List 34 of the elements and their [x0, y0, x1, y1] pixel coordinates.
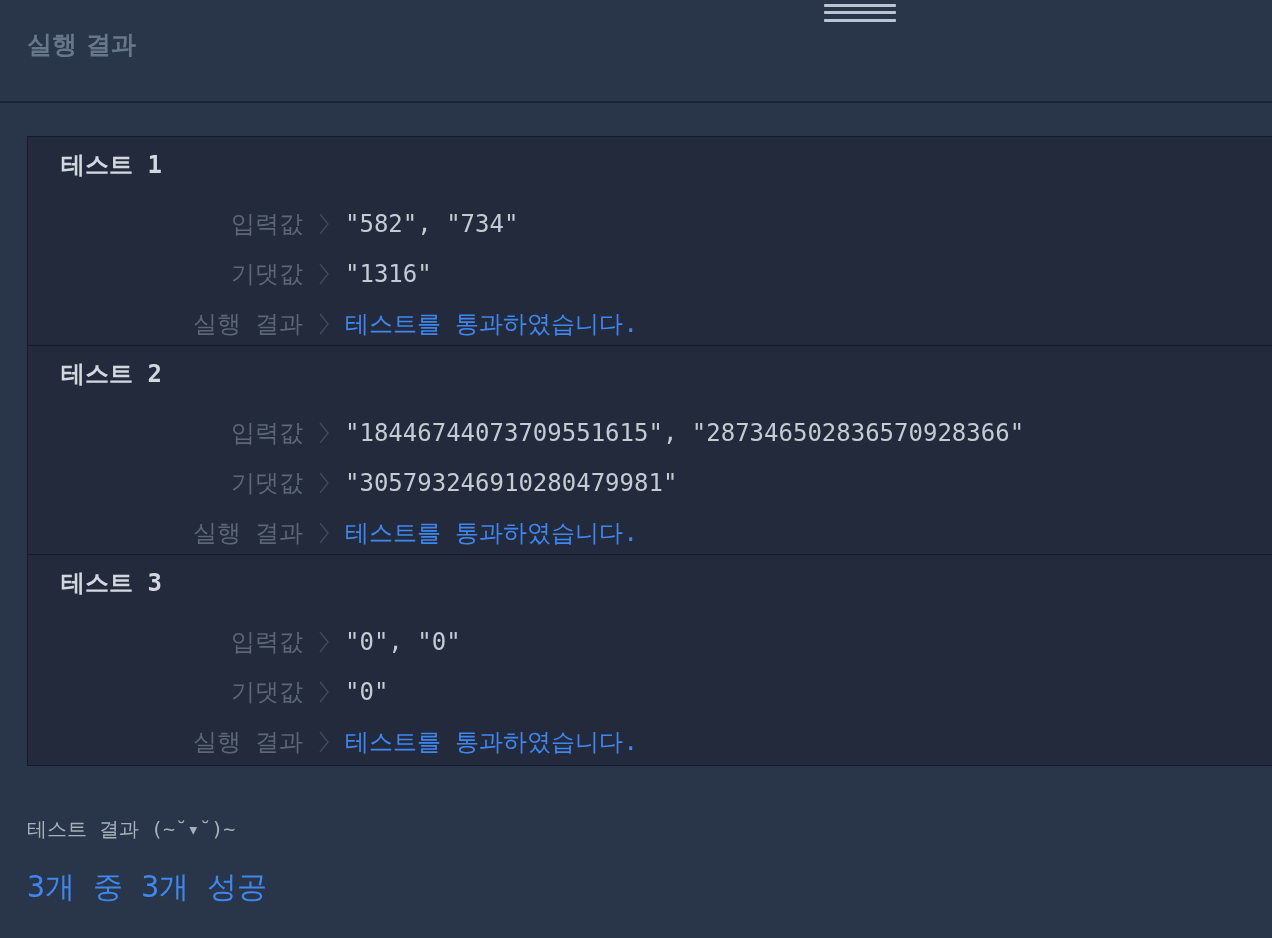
row-value: 테스트를 통과하였습니다.: [345, 518, 638, 549]
row-label: 실행 결과: [191, 727, 303, 758]
chevron-icon: [319, 681, 329, 703]
summary-heading: 테스트 결과 (~˘▾˘)~: [27, 816, 237, 843]
row-value: 테스트를 통과하였습니다.: [345, 727, 638, 758]
chevron-icon: [319, 313, 329, 335]
row-value: "0": [345, 678, 389, 706]
chevron-icon: [319, 422, 329, 444]
summary-result: 3개 중 3개 성공: [27, 868, 269, 906]
row-label: 실행 결과: [191, 518, 303, 549]
chevron-icon: [319, 213, 329, 235]
row-label: 실행 결과: [191, 309, 303, 340]
chevron-icon: [319, 631, 329, 653]
row-label: 기댓값: [230, 259, 303, 290]
row-value: "18446744073709551615", "287346502836570928366": [345, 419, 1025, 447]
chevron-icon: [319, 263, 329, 285]
row-value: "0", "0": [345, 628, 461, 656]
row-label: 입력값: [230, 418, 303, 449]
chevron-icon: [319, 472, 329, 494]
panel-title: 실행 결과: [27, 30, 136, 59]
row-label: 기댓값: [230, 677, 303, 708]
row-value: "305793246910280479981": [345, 469, 678, 497]
test-title: 테스트 1: [61, 150, 163, 181]
test-title: 테스트 3: [61, 568, 163, 599]
row-value: "1316": [345, 260, 432, 288]
test-title: 테스트 2: [61, 359, 163, 390]
row-label: 입력값: [230, 627, 303, 658]
row-value: 테스트를 통과하였습니다.: [345, 309, 638, 340]
row-value: "582", "734": [345, 210, 519, 238]
chevron-icon: [319, 522, 329, 544]
chevron-icon: [319, 731, 329, 753]
row-label: 입력값: [230, 209, 303, 240]
row-label: 기댓값: [230, 468, 303, 499]
drag-handle-icon[interactable]: [824, 4, 896, 22]
